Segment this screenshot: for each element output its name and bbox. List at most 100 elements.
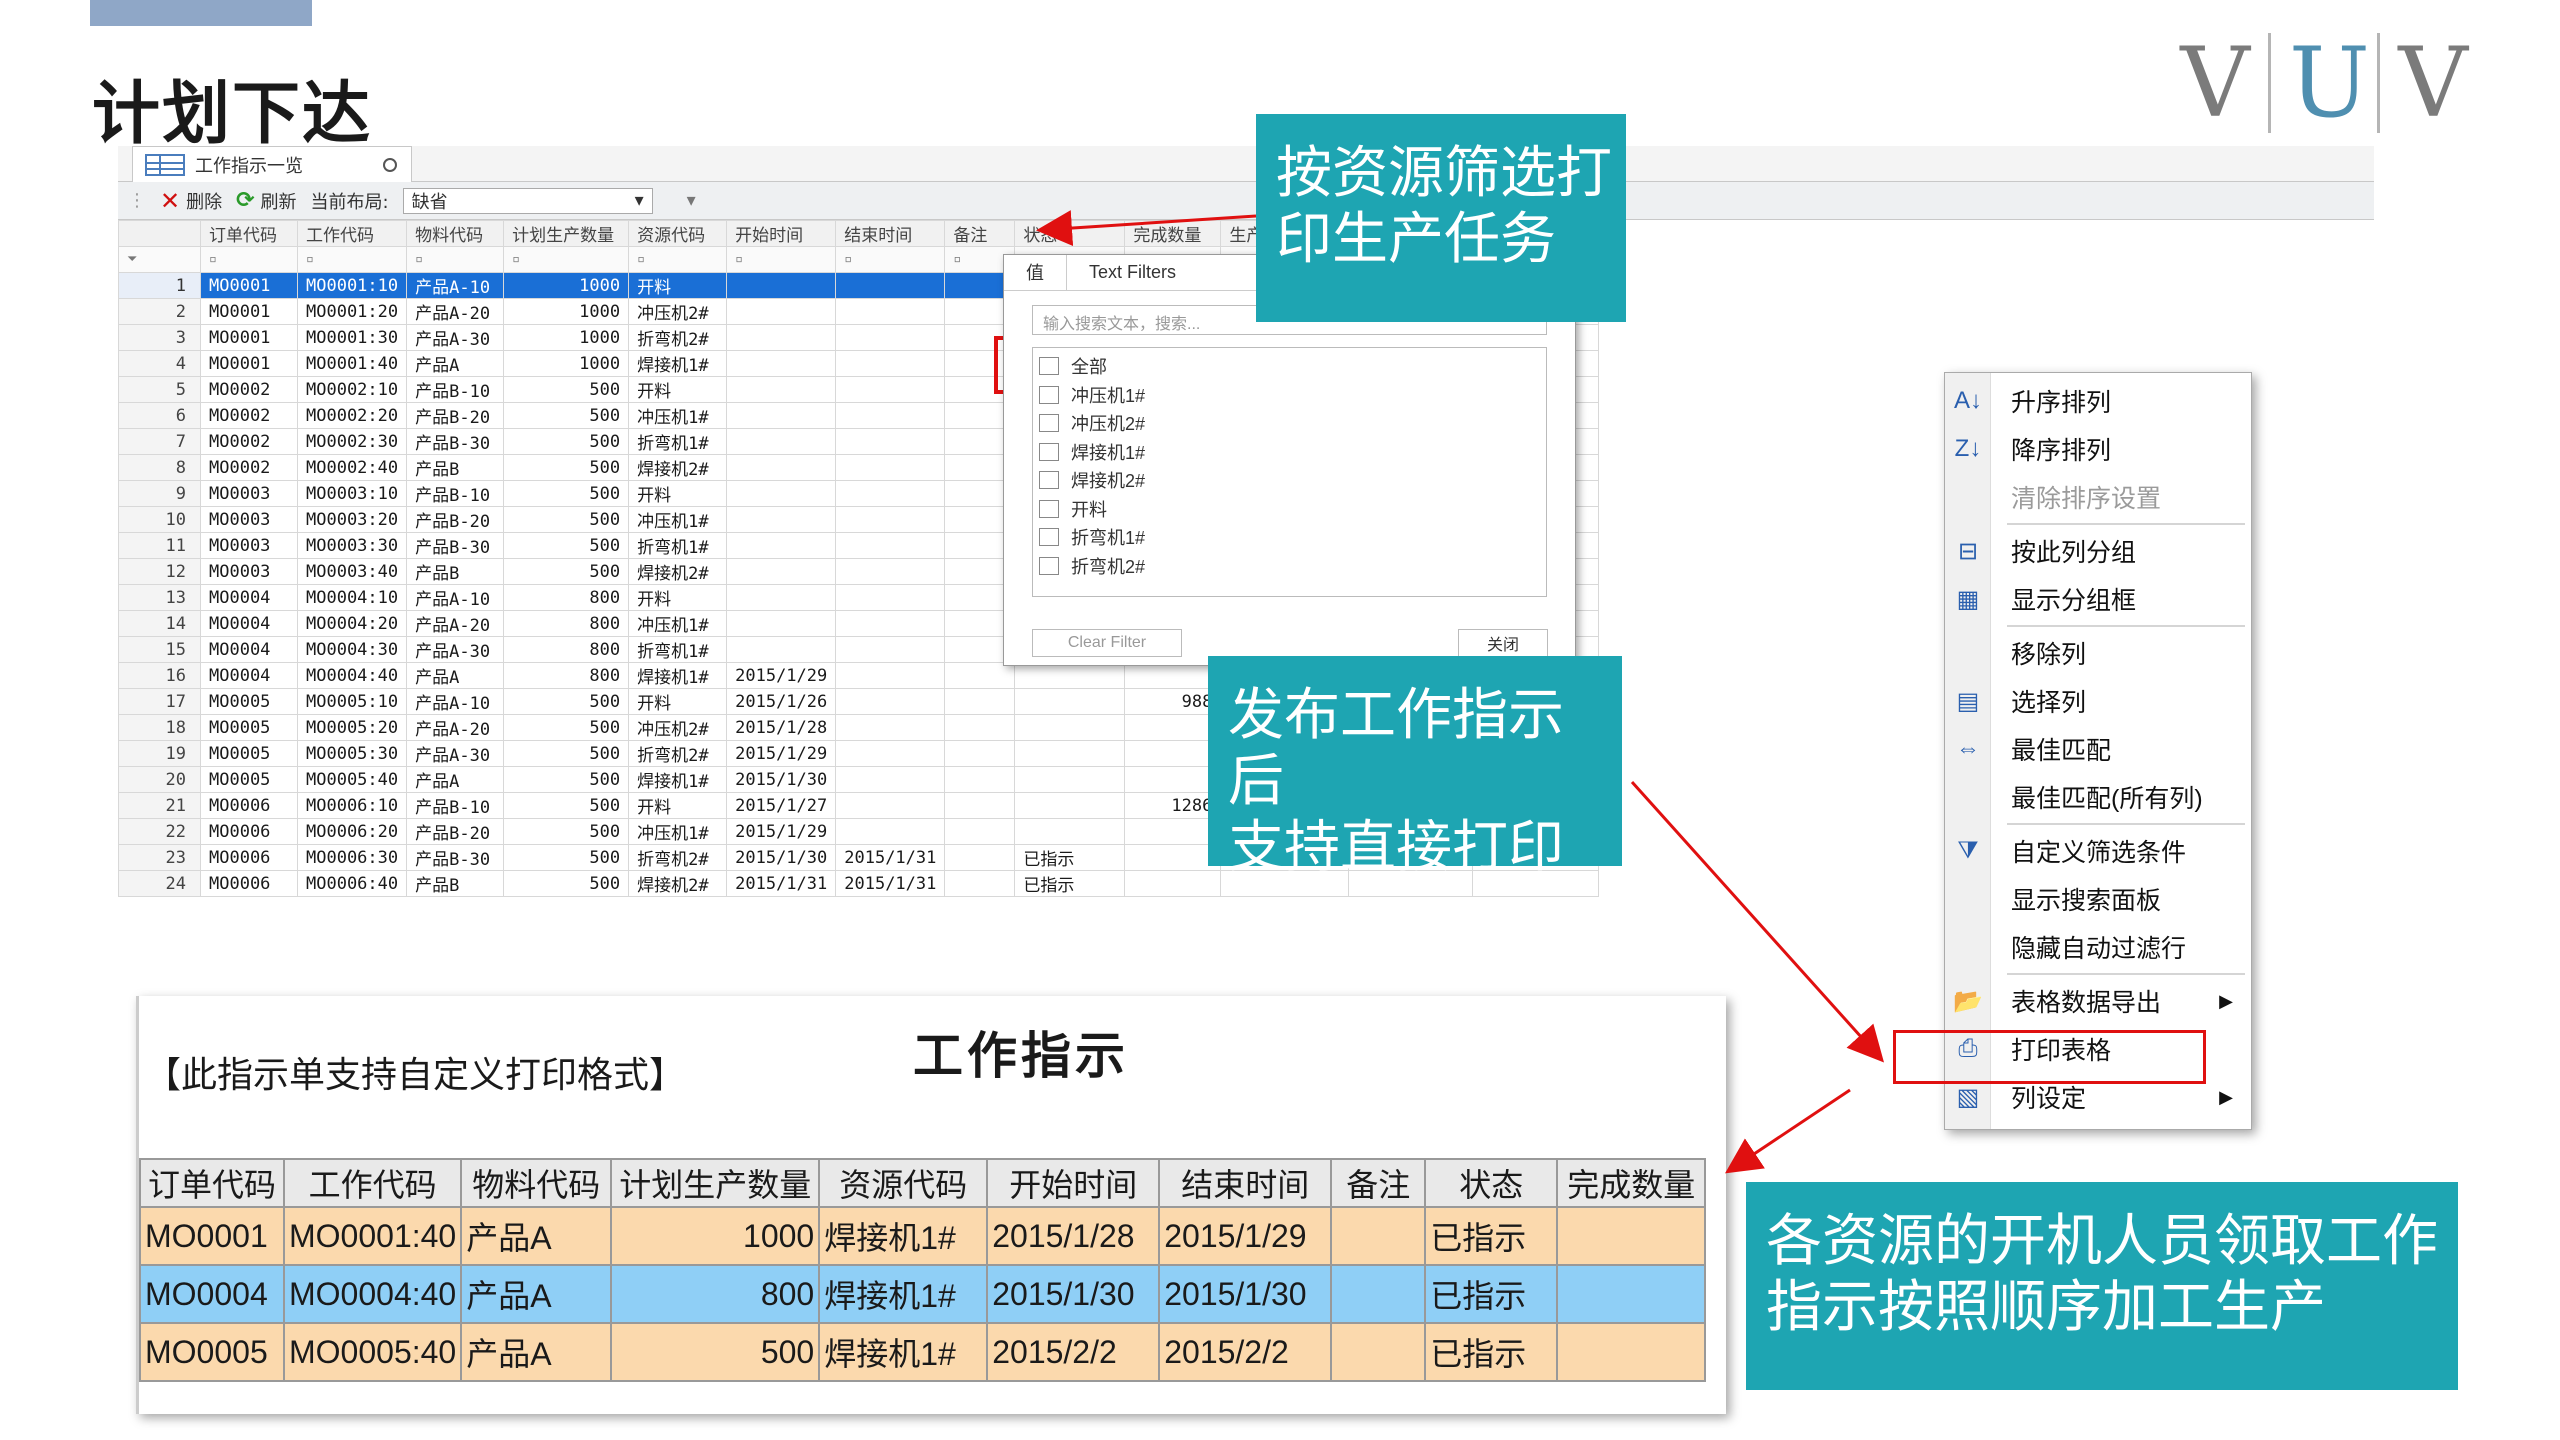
table-cell: MO0005:40 — [296, 766, 408, 793]
menu-item-label: 显示分组框 — [2011, 587, 2137, 615]
table-cell: MO0001 — [200, 272, 298, 299]
checkbox[interactable] — [1039, 414, 1059, 433]
column-header[interactable]: 计划生产数量 — [503, 220, 630, 247]
tab-values[interactable]: 值 — [1004, 254, 1067, 291]
menu-item-label: 选择列 — [2011, 689, 2087, 717]
print-cell: 500 — [610, 1322, 821, 1382]
table-cell: 焊接机2# — [628, 454, 728, 481]
delete-button[interactable]: ✕ 删除 — [160, 187, 222, 215]
filter-cell[interactable]: ▫ — [726, 246, 837, 273]
menu-item[interactable]: Z↓ 降序排列 — [1945, 429, 2251, 469]
menu-item[interactable]: ▦ 显示分组框 — [1945, 579, 2251, 619]
checkbox[interactable] — [1039, 357, 1059, 376]
row-number: 15 — [118, 636, 201, 663]
table-cell — [835, 480, 946, 507]
menu-item[interactable]: 最佳匹配(所有列) — [1945, 777, 2251, 817]
column-header[interactable]: 完成数量 — [1124, 220, 1222, 247]
table-cell: 2015/1/26 — [726, 688, 837, 715]
column-header[interactable]: 物料代码 — [406, 220, 505, 247]
table-cell — [1124, 766, 1222, 793]
menu-item[interactable]: 📂 表格数据导出 ▶ — [1945, 981, 2251, 1021]
filter-option[interactable]: 折弯机1# — [1039, 523, 1540, 552]
table-cell — [835, 324, 946, 351]
print-cell: 焊接机1# — [818, 1264, 989, 1324]
column-header[interactable]: 订单代码 — [200, 220, 298, 247]
table-cell: 800 — [503, 584, 630, 611]
column-header[interactable]: 开始时间 — [726, 220, 837, 247]
filter-cell[interactable]: ▫ — [200, 246, 298, 273]
table-cell: MO0004 — [200, 636, 298, 663]
print-cell: 产品A — [460, 1264, 613, 1324]
vuv-logo: V U V — [2180, 27, 2520, 139]
layout-label: 当前布局: — [310, 191, 389, 213]
table-cell: MO0002:30 — [296, 428, 408, 455]
filter-option[interactable]: 焊接机2# — [1039, 466, 1540, 495]
table-cell: 产品A-10 — [406, 688, 505, 715]
checkbox[interactable] — [1039, 442, 1059, 461]
table-cell: 2015/1/29 — [726, 662, 837, 689]
menu-item[interactable]: ⊟ 按此列分组 — [1945, 531, 2251, 571]
menu-item[interactable]: ⧩ 自定义筛选条件 — [1945, 831, 2251, 871]
table-cell: 500 — [503, 870, 630, 897]
table-cell: 冲压机1# — [628, 818, 728, 845]
column-header[interactable]: 状态 — [1014, 220, 1126, 247]
table-cell — [835, 688, 946, 715]
table-cell: 2015/1/31 — [835, 844, 946, 871]
layout-select[interactable]: 缺省 ▾ — [402, 187, 653, 214]
checkbox[interactable] — [1039, 471, 1059, 490]
table-cell: 冲压机2# — [628, 714, 728, 741]
print-cell — [1330, 1206, 1427, 1266]
table-cell: MO0005:20 — [296, 714, 408, 741]
table-cell: 1286 — [1124, 792, 1222, 819]
column-header[interactable]: 工作代码 — [296, 220, 408, 247]
toolbar-grip: ⋮ — [128, 190, 146, 211]
menu-item-label: 清除排序设置 — [2011, 485, 2162, 513]
column-header[interactable]: 资源代码 — [628, 220, 728, 247]
arrow-to-print-preview — [1725, 1088, 1851, 1174]
table-cell: MO0006 — [200, 818, 298, 845]
filter-option[interactable]: 折弯机2# — [1039, 552, 1540, 581]
table-cell: 折弯机1# — [628, 636, 728, 663]
menu-item[interactable]: 移除列 — [1945, 633, 2251, 673]
filter-cell[interactable]: ▫ — [628, 246, 728, 273]
table-cell: 折弯机1# — [628, 532, 728, 559]
column-header[interactable]: 结束时间 — [835, 220, 946, 247]
print-column-header: 完成数量 — [1556, 1158, 1707, 1208]
filter-option[interactable]: 焊接机1# — [1039, 438, 1540, 467]
checkbox[interactable] — [1039, 499, 1059, 518]
filter-option[interactable]: 冲压机1# — [1039, 381, 1540, 410]
filter-option[interactable]: 开料 — [1039, 495, 1540, 524]
menu-item[interactable]: ▤ 选择列 — [1945, 681, 2251, 721]
table-cell: 产品B-20 — [406, 818, 505, 845]
menu-item[interactable]: A↓ 升序排列 — [1945, 381, 2251, 421]
table-cell: MO0006 — [200, 792, 298, 819]
refresh-button[interactable]: ⟳ 刷新 — [236, 188, 296, 214]
clear-filter-button[interactable]: Clear Filter — [1032, 629, 1182, 657]
table-cell: MO0002:20 — [296, 402, 408, 429]
menu-item[interactable]: ⇔ 最佳匹配 — [1945, 729, 2251, 769]
print-cell: 已指示 — [1424, 1264, 1559, 1324]
filter-cell[interactable]: ▫ — [296, 246, 408, 273]
menu-item[interactable]: 显示搜索面板 — [1945, 879, 2251, 919]
checkbox[interactable] — [1039, 385, 1059, 404]
checkbox[interactable] — [1039, 556, 1059, 575]
close-icon[interactable] — [383, 157, 397, 172]
row-number: 5 — [118, 376, 201, 403]
tab-work-instruction-list[interactable]: 工作指示一览 — [132, 146, 412, 182]
filter-cell[interactable]: ▫ — [406, 246, 505, 273]
table-cell: 折弯机1# — [628, 428, 728, 455]
filter-cell[interactable]: ▫ — [503, 246, 630, 273]
filter-option[interactable]: 全部 — [1039, 352, 1540, 381]
filter-option[interactable]: 冲压机2# — [1039, 409, 1540, 438]
filter-cell[interactable]: ▫ — [835, 246, 946, 273]
table-cell: 产品B-10 — [406, 376, 505, 403]
column-header[interactable]: 备注 — [944, 220, 1016, 247]
close-button[interactable]: 关闭 — [1458, 629, 1548, 657]
tab-text-filters[interactable]: Text Filters — [1067, 262, 1198, 283]
table-cell — [835, 298, 946, 325]
checkbox[interactable] — [1039, 528, 1059, 547]
print-cell: 已指示 — [1424, 1206, 1559, 1266]
table-cell: 500 — [503, 740, 630, 767]
menu-item[interactable]: 隐藏自动过滤行 — [1945, 927, 2251, 967]
toolbar-dropdown-icon[interactable]: ▾ — [687, 190, 696, 211]
